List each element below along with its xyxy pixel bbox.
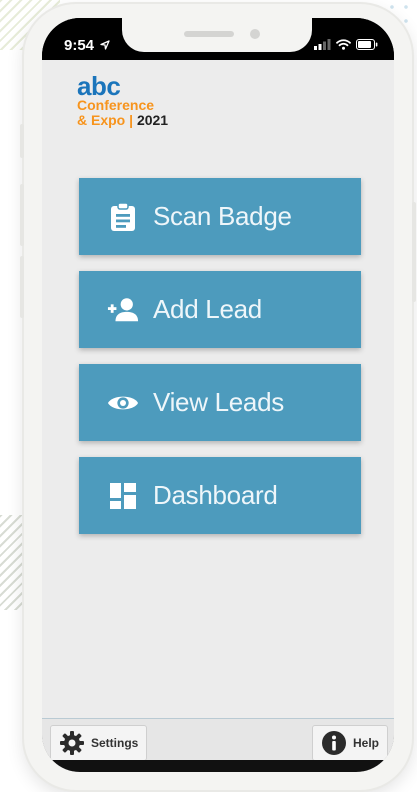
- gear-icon: [60, 731, 84, 755]
- settings-button[interactable]: Settings: [50, 725, 148, 761]
- signal-bars-icon: [314, 39, 331, 50]
- scan-badge-label: Scan Badge: [153, 201, 292, 231]
- view-leads-button[interactable]: View Leads: [79, 364, 361, 441]
- add-lead-label: Add Lead: [153, 294, 262, 324]
- logo-expo-line: & Expo | 2021: [77, 113, 168, 128]
- front-camera: [250, 29, 260, 39]
- phone-screen: 9:54 abc Conference & Expo | 2021 Scan B…: [42, 18, 394, 772]
- help-label: Help: [352, 736, 379, 750]
- app-content: abc Conference & Expo | 2021 Scan Badge …: [42, 60, 394, 772]
- speaker-grille: [184, 31, 234, 37]
- location-arrow-icon: [100, 40, 110, 50]
- phone-side-button: [20, 184, 24, 246]
- add-person-icon: [107, 294, 139, 326]
- logo-separator: |: [129, 112, 134, 128]
- status-time-text: 9:54: [64, 37, 95, 54]
- add-lead-button[interactable]: Add Lead: [79, 271, 361, 348]
- phone-side-button: [20, 256, 24, 318]
- dashboard-icon: [107, 480, 139, 512]
- info-icon: [321, 731, 346, 755]
- logo-abc: abc: [77, 71, 121, 101]
- dashboard-label: Dashboard: [153, 480, 278, 510]
- logo-year: 2021: [136, 112, 169, 128]
- status-indicators: [314, 39, 378, 50]
- logo-conference: Conference: [77, 97, 155, 113]
- app-logo: abc Conference & Expo | 2021: [77, 71, 168, 128]
- wifi-icon: [336, 39, 351, 50]
- home-indicator-area: [42, 760, 394, 772]
- notch: [122, 18, 312, 52]
- eye-icon: [107, 387, 139, 419]
- battery-icon: [356, 39, 378, 50]
- settings-label: Settings: [91, 736, 139, 750]
- help-button[interactable]: Help: [311, 725, 388, 761]
- status-time: 9:54: [64, 37, 110, 54]
- clipboard-icon: [107, 201, 139, 233]
- logo-expo: & Expo: [77, 112, 126, 128]
- main-menu: Scan Badge Add Lead View Leads Dashboard: [79, 178, 361, 550]
- phone-side-button: [20, 124, 24, 158]
- phone-side-button: [412, 202, 416, 302]
- dashboard-button[interactable]: Dashboard: [79, 457, 361, 534]
- status-bar: 9:54: [42, 18, 394, 60]
- view-leads-label: View Leads: [153, 387, 284, 417]
- scan-badge-button[interactable]: Scan Badge: [79, 178, 361, 255]
